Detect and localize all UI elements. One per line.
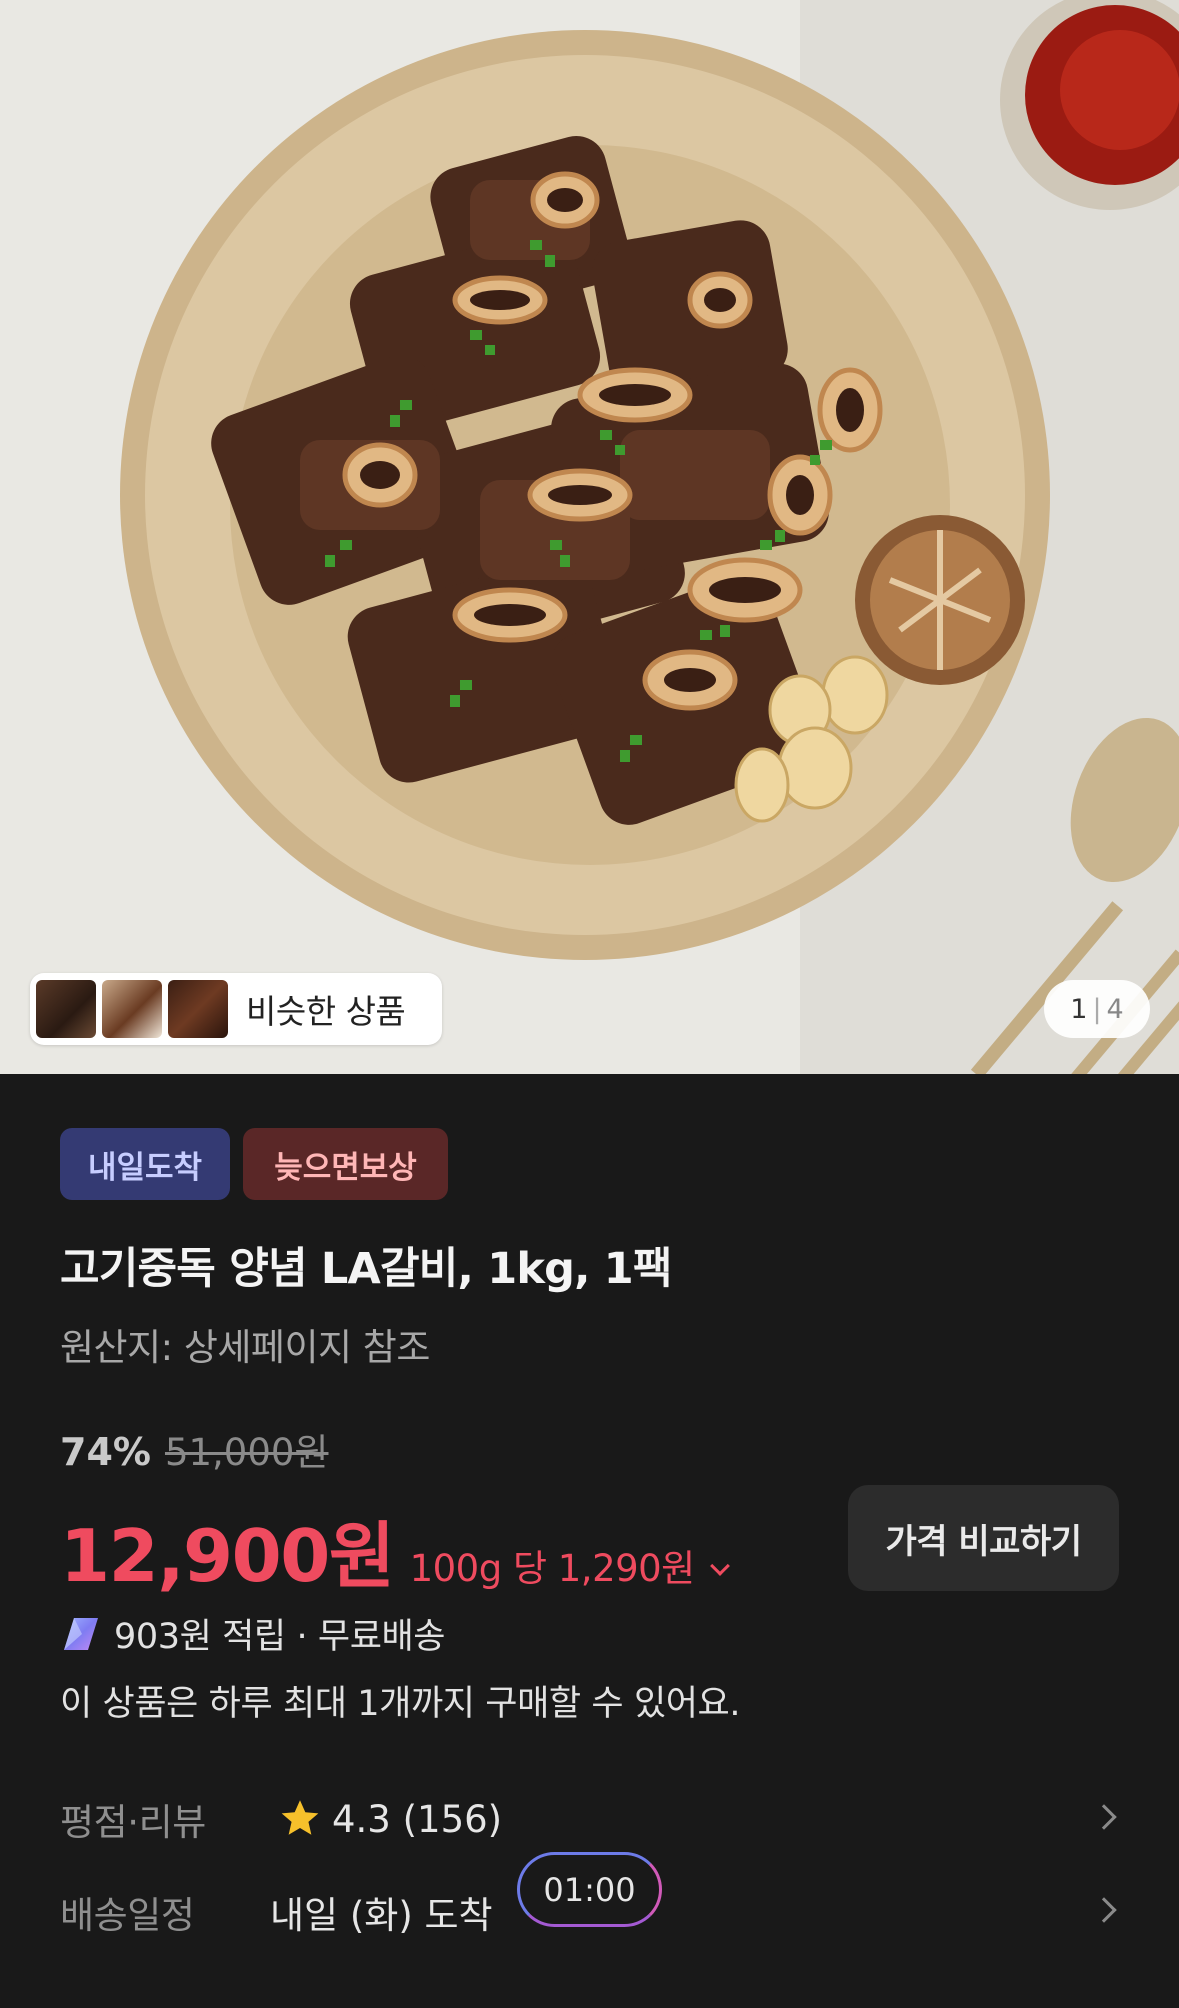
unit-price: 100g 당 1,290원 bbox=[409, 1547, 696, 1590]
discount-rate: 74% bbox=[60, 1430, 151, 1474]
rating-review-row[interactable]: 평점·리뷰 4.3 (156) bbox=[60, 1784, 1119, 1854]
delivery-date: 내일 (화) 도착 bbox=[270, 1894, 493, 1937]
chevron-right-icon bbox=[1091, 1897, 1117, 1923]
discount-row: 74% 51,000원 bbox=[60, 1422, 328, 1476]
chevron-right-icon bbox=[1091, 1804, 1117, 1830]
purchase-limit-notice: 이 상품은 하루 최대 1개까지 구매할 수 있어요. bbox=[60, 1684, 741, 1724]
image-page-indicator: 1 | 4 bbox=[1044, 980, 1150, 1038]
similar-products-button[interactable]: 비슷한 상품 bbox=[30, 973, 442, 1045]
points-shipping-text: 903원 적립 · 무료배송 bbox=[114, 1617, 446, 1657]
tomorrow-arrival-badge: 내일도착 bbox=[60, 1128, 230, 1200]
gem-icon bbox=[64, 1617, 98, 1650]
price-compare-button[interactable]: 가격 비교하기 bbox=[848, 1485, 1119, 1591]
total-pages: 4 bbox=[1106, 993, 1124, 1025]
sale-price: 12,900원 bbox=[60, 1514, 395, 1598]
similar-product-thumbnail bbox=[102, 980, 162, 1038]
star-icon bbox=[281, 1800, 319, 1835]
price-row: 12,900원 100g 당 1,290원 bbox=[60, 1497, 730, 1602]
product-photo bbox=[0, 0, 1179, 1074]
order-countdown-timer: 01:00 bbox=[517, 1852, 662, 1927]
similar-product-thumbnail bbox=[168, 980, 228, 1038]
product-title: 고기중독 양념 LA갈비, 1kg, 1팩 bbox=[60, 1244, 672, 1294]
product-origin: 원산지: 상세페이지 참조 bbox=[60, 1326, 430, 1369]
current-page: 1 bbox=[1070, 993, 1088, 1025]
points-shipping-row: 903원 적립 · 무료배송 bbox=[60, 1608, 446, 1659]
rating-value: 4.3 (156) bbox=[332, 1797, 503, 1841]
similar-products-label: 비슷한 상품 bbox=[246, 992, 406, 1031]
late-compensation-badge: 늦으면보상 bbox=[243, 1128, 448, 1200]
similar-product-thumbnail bbox=[36, 980, 96, 1038]
original-price: 51,000원 bbox=[164, 1431, 329, 1474]
unit-price-toggle[interactable]: 100g 당 1,290원 bbox=[409, 1538, 730, 1592]
chevron-down-icon bbox=[709, 1556, 730, 1576]
page-separator: | bbox=[1092, 993, 1102, 1025]
rating-review-label: 평점·리뷰 bbox=[60, 1801, 206, 1844]
delivery-schedule-label: 배송일정 bbox=[60, 1894, 195, 1937]
product-image-carousel[interactable]: 비슷한 상품 1 | 4 bbox=[0, 0, 1179, 1074]
